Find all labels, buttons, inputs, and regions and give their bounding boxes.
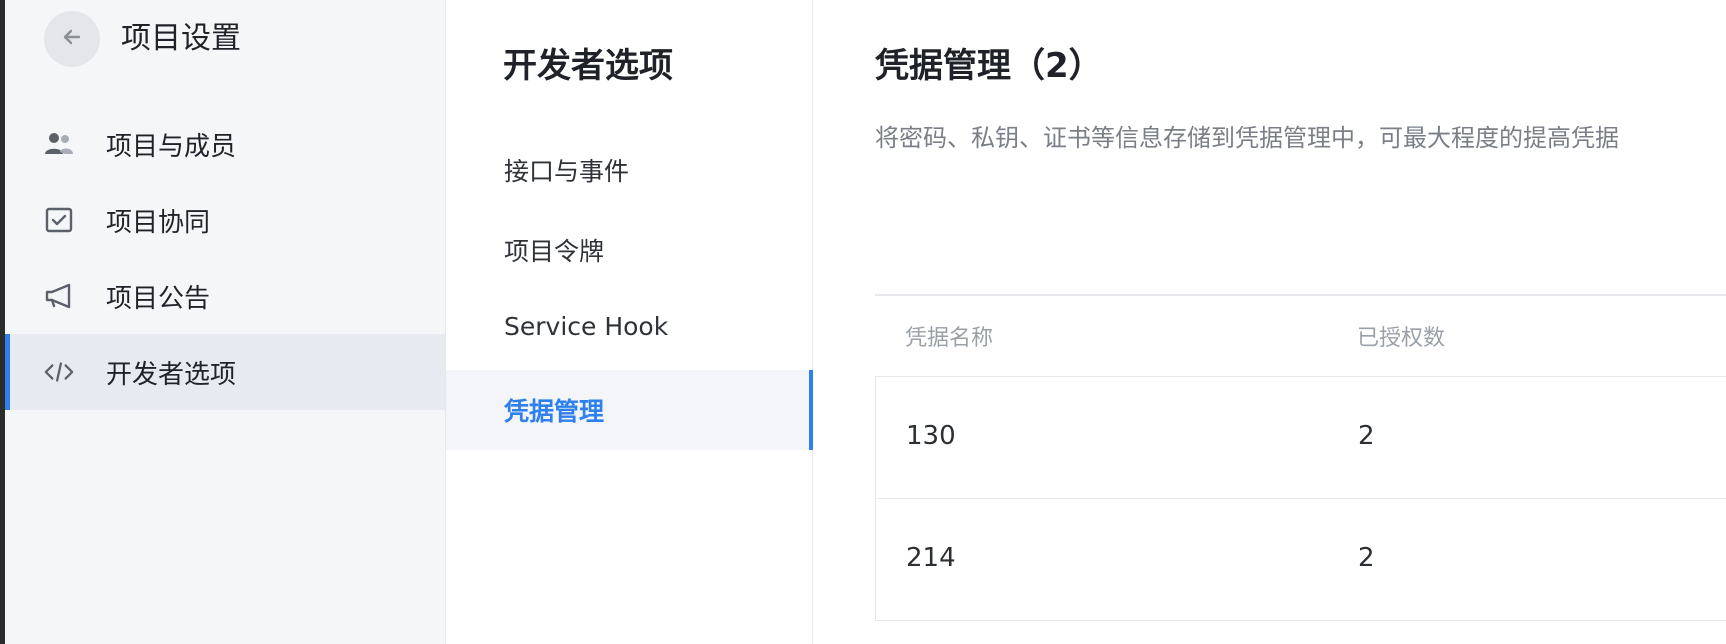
sidebar-item-developer-options[interactable]: 开发者选项 <box>5 334 445 410</box>
back-button[interactable] <box>44 11 100 67</box>
sidebar-item-label: 项目与成员 <box>106 131 237 162</box>
subnav-item-credentials[interactable]: 凭据管理 <box>446 370 813 450</box>
sidebar-item-label: 项目公告 <box>106 283 211 314</box>
sidebar-item-members[interactable]: 项目与成员 <box>5 106 445 182</box>
developer-options-subnav: 开发者选项 接口与事件 项目令牌 Service Hook 凭据管理 <box>446 0 813 644</box>
subnav-item-project-token[interactable]: 项目令牌 <box>446 210 812 290</box>
table-row[interactable]: 214 2 <box>875 498 1726 621</box>
app-window: 项目设置 项目与成员 项目协同 项目公告 开发者选项 开发者选项 接口与事件 项… <box>0 0 1726 644</box>
subnav-item-api-events[interactable]: 接口与事件 <box>446 130 812 210</box>
page-description: 将密码、私钥、证书等信息存储到凭据管理中，可最大程度的提高凭据 <box>875 124 1619 152</box>
authorized-count: 2 <box>1358 421 1375 451</box>
subnav-item-label: 项目令牌 <box>504 237 605 266</box>
subnav-item-label: Service Hook <box>504 312 669 341</box>
subnav-item-label: 凭据管理 <box>504 397 605 426</box>
authorized-count: 2 <box>1358 543 1375 573</box>
credential-name: 214 <box>906 543 956 573</box>
code-icon <box>43 358 75 386</box>
sidebar-item-label: 开发者选项 <box>106 359 237 390</box>
sidebar-item-collaboration[interactable]: 项目协同 <box>5 182 445 258</box>
page-title: 凭据管理（2） <box>875 46 1103 86</box>
table-header: 凭据名称 已授权数 <box>875 296 1726 376</box>
column-header-authorized-count: 已授权数 <box>1357 326 1446 351</box>
sidebar-item-announcement[interactable]: 项目公告 <box>5 258 445 334</box>
checkbox-icon <box>43 206 75 234</box>
subnav-title: 开发者选项 <box>503 46 673 86</box>
subnav-item-service-hook[interactable]: Service Hook <box>446 290 812 370</box>
sidebar-item-label: 项目协同 <box>106 207 211 238</box>
project-settings-sidebar: 项目设置 项目与成员 项目协同 项目公告 开发者选项 <box>5 0 446 644</box>
credentials-table: 凭据名称 已授权数 130 2 214 2 <box>875 294 1726 621</box>
members-icon <box>43 130 75 158</box>
credential-name: 130 <box>906 421 956 451</box>
table-row[interactable]: 130 2 <box>875 376 1726 498</box>
sidebar-title: 项目设置 <box>121 21 241 56</box>
column-header-name: 凭据名称 <box>905 326 994 351</box>
credentials-panel: 凭据管理（2） 将密码、私钥、证书等信息存储到凭据管理中，可最大程度的提高凭据 … <box>813 0 1726 644</box>
megaphone-icon <box>43 282 75 310</box>
arrow-left-icon <box>61 26 83 52</box>
subnav-item-label: 接口与事件 <box>504 157 630 186</box>
